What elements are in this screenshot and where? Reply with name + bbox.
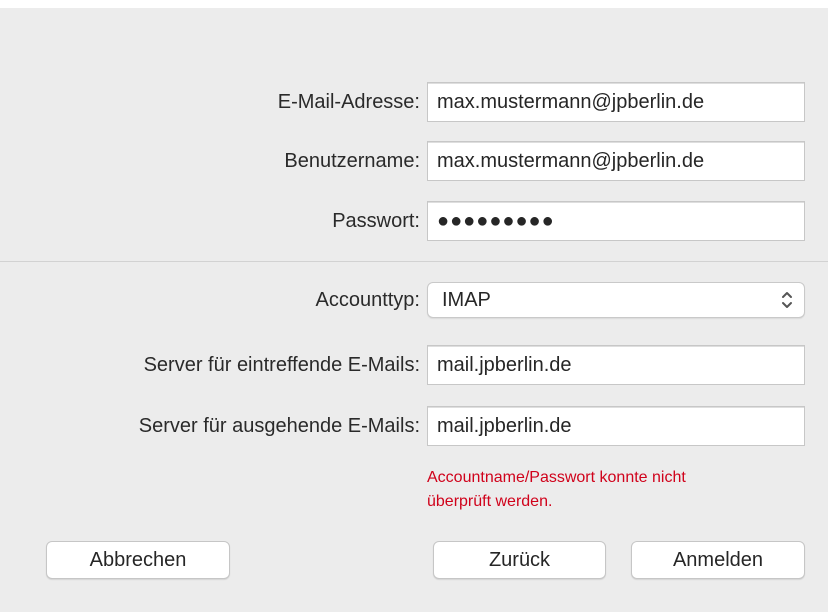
chevron-up-down-icon	[782, 292, 792, 308]
error-message: Accountname/Passwort konnte nicht überpr…	[427, 466, 827, 514]
outgoing-server-row: Server für ausgehende E-Mails:	[0, 406, 828, 446]
outgoing-server-field[interactable]	[427, 406, 805, 446]
window-top-edge	[0, 0, 828, 8]
username-label: Benutzername:	[284, 150, 420, 172]
incoming-server-field[interactable]	[427, 345, 805, 385]
password-label: Passwort:	[332, 210, 420, 232]
password-row: Passwort: ●●●●●●●●●	[0, 201, 828, 241]
account-type-select[interactable]: IMAP	[427, 282, 805, 318]
email-row: E-Mail-Adresse:	[0, 82, 828, 122]
username-row: Benutzername:	[0, 141, 828, 181]
mail-account-dialog: E-Mail-Adresse: Benutzername: Passwort: …	[0, 0, 828, 612]
email-label: E-Mail-Adresse:	[277, 91, 420, 113]
email-field[interactable]	[427, 82, 805, 122]
section-divider	[0, 261, 828, 262]
sign-in-button[interactable]: Anmelden	[631, 541, 805, 579]
error-message-line-1: Accountname/Passwort konnte nicht	[427, 469, 686, 486]
incoming-server-row: Server für eintreffende E-Mails:	[0, 345, 828, 385]
incoming-server-label: Server für eintreffende E-Mails:	[143, 354, 420, 376]
outgoing-server-label: Server für ausgehende E-Mails:	[138, 415, 420, 437]
username-field[interactable]	[427, 141, 805, 181]
account-type-value: IMAP	[442, 289, 491, 311]
back-button[interactable]: Zurück	[433, 541, 606, 579]
error-message-line-2: überprüft werden.	[427, 493, 553, 510]
cancel-button[interactable]: Abbrechen	[46, 541, 230, 579]
password-field[interactable]: ●●●●●●●●●	[427, 201, 805, 241]
account-type-label: Accounttyp:	[315, 289, 420, 311]
account-type-row: Accounttyp: IMAP	[0, 282, 828, 322]
